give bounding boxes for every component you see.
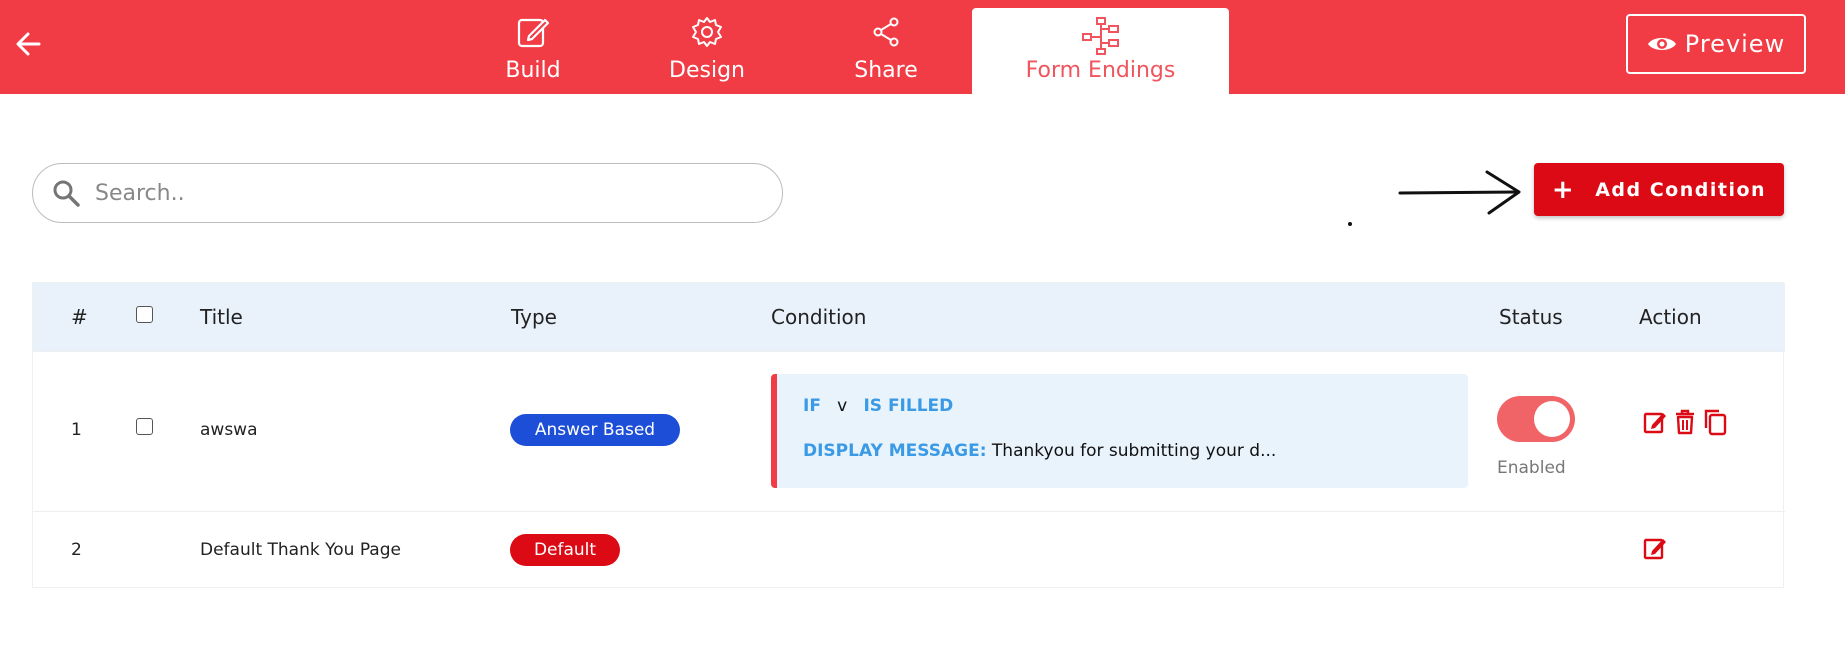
toggle-knob bbox=[1534, 401, 1570, 437]
annotation-dot bbox=[1348, 222, 1352, 226]
header-status: Status bbox=[1499, 305, 1563, 329]
row-checkbox[interactable] bbox=[136, 418, 153, 435]
edit-icon[interactable] bbox=[1641, 408, 1669, 436]
condition-box: IF v IS FILLED DISPLAY MESSAGE: Thankyou… bbox=[771, 374, 1468, 488]
flowchart-icon bbox=[1081, 16, 1121, 56]
header-condition: Condition bbox=[771, 305, 867, 329]
tab-label: Share bbox=[854, 58, 918, 83]
row-number: 1 bbox=[71, 420, 82, 440]
eye-icon bbox=[1647, 38, 1676, 50]
tab-label: Build bbox=[505, 58, 561, 83]
share-icon bbox=[866, 12, 906, 52]
tab-build[interactable]: Build bbox=[490, 0, 576, 94]
type-badge: Default bbox=[510, 534, 620, 566]
condition-rule: IF v IS FILLED bbox=[803, 396, 953, 416]
table-row: 2 Default Thank You Page Default bbox=[33, 511, 1785, 589]
search-input[interactable] bbox=[95, 180, 715, 206]
tab-label: Form Endings bbox=[1025, 58, 1176, 83]
preview-label: Preview bbox=[1684, 30, 1786, 58]
add-condition-label: Add Condition bbox=[1595, 178, 1767, 201]
message-text: Thankyou for submitting your d... bbox=[991, 441, 1277, 461]
row-number: 2 bbox=[71, 540, 82, 560]
arrow-right-icon bbox=[1398, 170, 1521, 215]
header-type: Type bbox=[511, 305, 557, 329]
search-bar[interactable] bbox=[32, 163, 783, 223]
header-action: Action bbox=[1639, 305, 1702, 329]
status-toggle[interactable] bbox=[1497, 396, 1575, 442]
endings-table: # Title Type Condition Status Action 1 a… bbox=[32, 282, 1785, 589]
condition-field: v bbox=[837, 396, 848, 416]
message-label: DISPLAY MESSAGE: bbox=[803, 441, 987, 461]
edit-icon[interactable] bbox=[1641, 534, 1669, 562]
header-title: Title bbox=[200, 305, 243, 329]
arrow-left-icon bbox=[16, 32, 41, 56]
tab-design[interactable]: Design bbox=[660, 0, 754, 94]
gear-icon bbox=[687, 12, 727, 52]
table-header: # Title Type Condition Status Action bbox=[33, 283, 1785, 351]
tab-form-endings[interactable]: Form Endings bbox=[972, 8, 1229, 94]
tab-share[interactable]: Share bbox=[842, 0, 930, 94]
add-condition-button[interactable]: + Add Condition bbox=[1534, 163, 1784, 216]
tab-label: Design bbox=[669, 58, 745, 83]
select-all-checkbox[interactable] bbox=[136, 306, 153, 323]
row-title: Default Thank You Page bbox=[200, 540, 401, 560]
trash-icon[interactable] bbox=[1671, 408, 1699, 436]
edit-icon bbox=[513, 12, 553, 52]
back-button[interactable] bbox=[12, 28, 44, 60]
copy-icon[interactable] bbox=[1701, 408, 1729, 436]
table-row: 1 awswa Answer Based IF v IS FILLED DISP… bbox=[33, 351, 1785, 511]
search-icon bbox=[53, 180, 80, 207]
header-number: # bbox=[71, 305, 88, 329]
type-badge-label: Default bbox=[533, 540, 597, 560]
plus-icon: + bbox=[1551, 174, 1576, 205]
row-title: awswa bbox=[200, 420, 258, 440]
status-label: Enabled bbox=[1497, 458, 1566, 478]
type-badge-label: Answer Based bbox=[534, 420, 656, 440]
condition-if: IF bbox=[803, 396, 821, 416]
preview-button[interactable]: Preview bbox=[1626, 14, 1806, 74]
condition-message: DISPLAY MESSAGE: Thankyou for submitting… bbox=[803, 441, 1276, 461]
type-badge: Answer Based bbox=[510, 414, 680, 446]
top-bar: Build Design Share Form Endings Preview bbox=[0, 0, 1845, 94]
condition-operator: IS FILLED bbox=[863, 396, 954, 416]
